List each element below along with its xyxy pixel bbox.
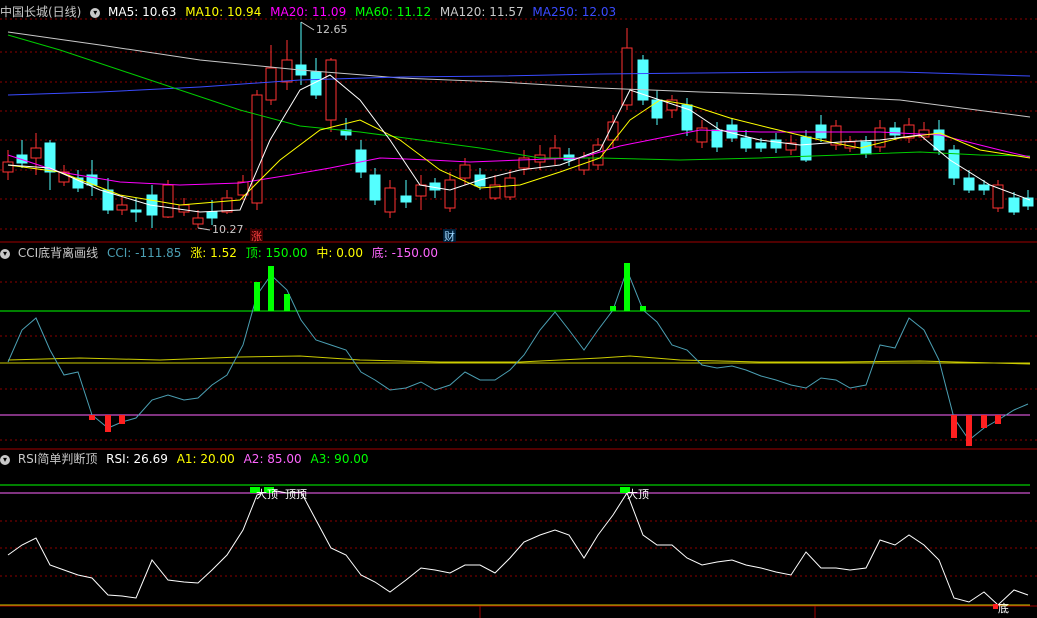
rsi-signal-mark: 底	[998, 601, 1009, 615]
rsi-name[interactable]: RSI简单判断顶	[18, 452, 98, 466]
ma250-label: MA250: 12.03	[532, 5, 617, 19]
candle-body	[162, 184, 174, 218]
candle-body	[206, 211, 218, 219]
candle-body	[130, 209, 142, 213]
cci-bottom-bar	[119, 415, 125, 424]
cci-bottom-bar	[995, 415, 1001, 424]
cci-name[interactable]: CCI底背离画线	[18, 246, 98, 260]
candle-body	[221, 197, 233, 213]
cci-settings-icon[interactable]: ▾	[0, 248, 10, 259]
candle-body	[265, 67, 277, 101]
candle-body	[504, 177, 516, 198]
candle-body	[963, 177, 975, 191]
cci-top-bar	[284, 294, 290, 311]
cci-header: ▾ CCI底背离画线 CCI: -111.85 涨: 1.52 顶: 150.0…	[0, 244, 443, 262]
candle-body	[978, 184, 990, 191]
cci-bottom-bar	[105, 415, 111, 432]
tag-zhang: 涨	[251, 230, 262, 243]
rsi-header: ▾ RSI简单判断顶 RSI: 26.69 A1: 20.00 A2: 85.0…	[0, 450, 374, 468]
candle-body	[549, 147, 561, 159]
cci-bottom-bar	[966, 415, 972, 446]
price-panel[interactable]: 12.65 10.27 涨 财	[2, 21, 1034, 243]
ma10-label: MA10: 10.94	[185, 5, 262, 19]
candle-body	[369, 174, 381, 201]
cci-bottom-bar	[89, 415, 95, 420]
main-header: 中国长城(日线) ▾ MA5: 10.63 MA10: 10.94 MA20: …	[0, 3, 621, 21]
low-price-label: 10.27	[212, 223, 244, 236]
candle-body	[72, 177, 84, 189]
cci-top-bar	[624, 263, 630, 311]
cci-top-bar	[268, 266, 274, 311]
candle-body	[192, 217, 204, 225]
cci-bottom-bar	[981, 415, 987, 428]
rsi-a2: A2: 85.00	[243, 452, 302, 466]
cci-mid: 中: 0.00	[316, 246, 363, 260]
cci-top: 顶: 150.00	[245, 246, 308, 260]
chart-stage[interactable]: 12.6510.27涨财 大顶 顶顶 大顶底	[0, 0, 1037, 618]
cci-top-bar	[640, 306, 646, 311]
ma120-label: MA120: 11.57	[439, 5, 524, 19]
rsi-a3: A3: 90.00	[310, 452, 369, 466]
rsi-signal-mark: 大顶	[256, 487, 278, 501]
candle-body	[384, 187, 396, 213]
cci-zhang: 涨: 1.52	[190, 246, 237, 260]
rsi-panel[interactable]: 大顶 顶顶 大顶底	[0, 484, 1030, 615]
ma20-label: MA20: 11.09	[270, 5, 347, 19]
candle-body	[740, 137, 752, 149]
high-pointer	[300, 21, 315, 31]
candle-body	[1008, 197, 1020, 213]
settings-icon[interactable]: ▾	[90, 7, 101, 18]
cci-panel[interactable]	[0, 263, 1031, 446]
candle-body	[16, 154, 28, 164]
candle-body	[30, 147, 42, 159]
rsi-bottom-marker	[993, 604, 998, 609]
cci-bottom: 底: -150.00	[371, 246, 438, 260]
candle-body	[711, 129, 723, 148]
candle-body	[325, 59, 337, 121]
stock-title[interactable]: 中国长城(日线)	[0, 5, 81, 19]
candle-body	[400, 195, 412, 203]
rsi-value: RSI: 26.69	[106, 452, 168, 466]
candle-body	[444, 179, 456, 209]
candle-body	[415, 184, 427, 197]
candle-body	[281, 59, 293, 83]
ma60-label: MA60: 11.12	[355, 5, 432, 19]
cci-bottom-bar	[951, 415, 957, 438]
rsi-settings-icon[interactable]: ▾	[0, 454, 10, 465]
low-pointer	[197, 227, 211, 231]
cci-top-bar	[254, 282, 260, 311]
candle-body	[2, 161, 14, 173]
rsi-signal-mark: 大顶	[627, 487, 649, 501]
candle-body	[860, 141, 872, 155]
candle-body	[651, 99, 663, 119]
candle-body	[755, 142, 767, 149]
ma5-label: MA5: 10.63	[108, 5, 177, 19]
candle-body	[889, 127, 901, 136]
cci-top-bar	[610, 306, 616, 311]
ma120-line	[7, 31, 1031, 118]
rsi-signal-mark: 顶顶	[285, 488, 307, 501]
cci-value: CCI: -111.85	[106, 246, 182, 260]
tag-cai: 财	[444, 229, 455, 243]
high-price-label: 12.65	[316, 23, 348, 36]
candle-body	[116, 204, 128, 211]
candle-body	[178, 204, 190, 213]
grid-lines	[0, 18, 1037, 618]
ma10-line	[7, 99, 1031, 206]
rsi-a1: A1: 20.00	[176, 452, 235, 466]
candle-body	[459, 164, 471, 179]
